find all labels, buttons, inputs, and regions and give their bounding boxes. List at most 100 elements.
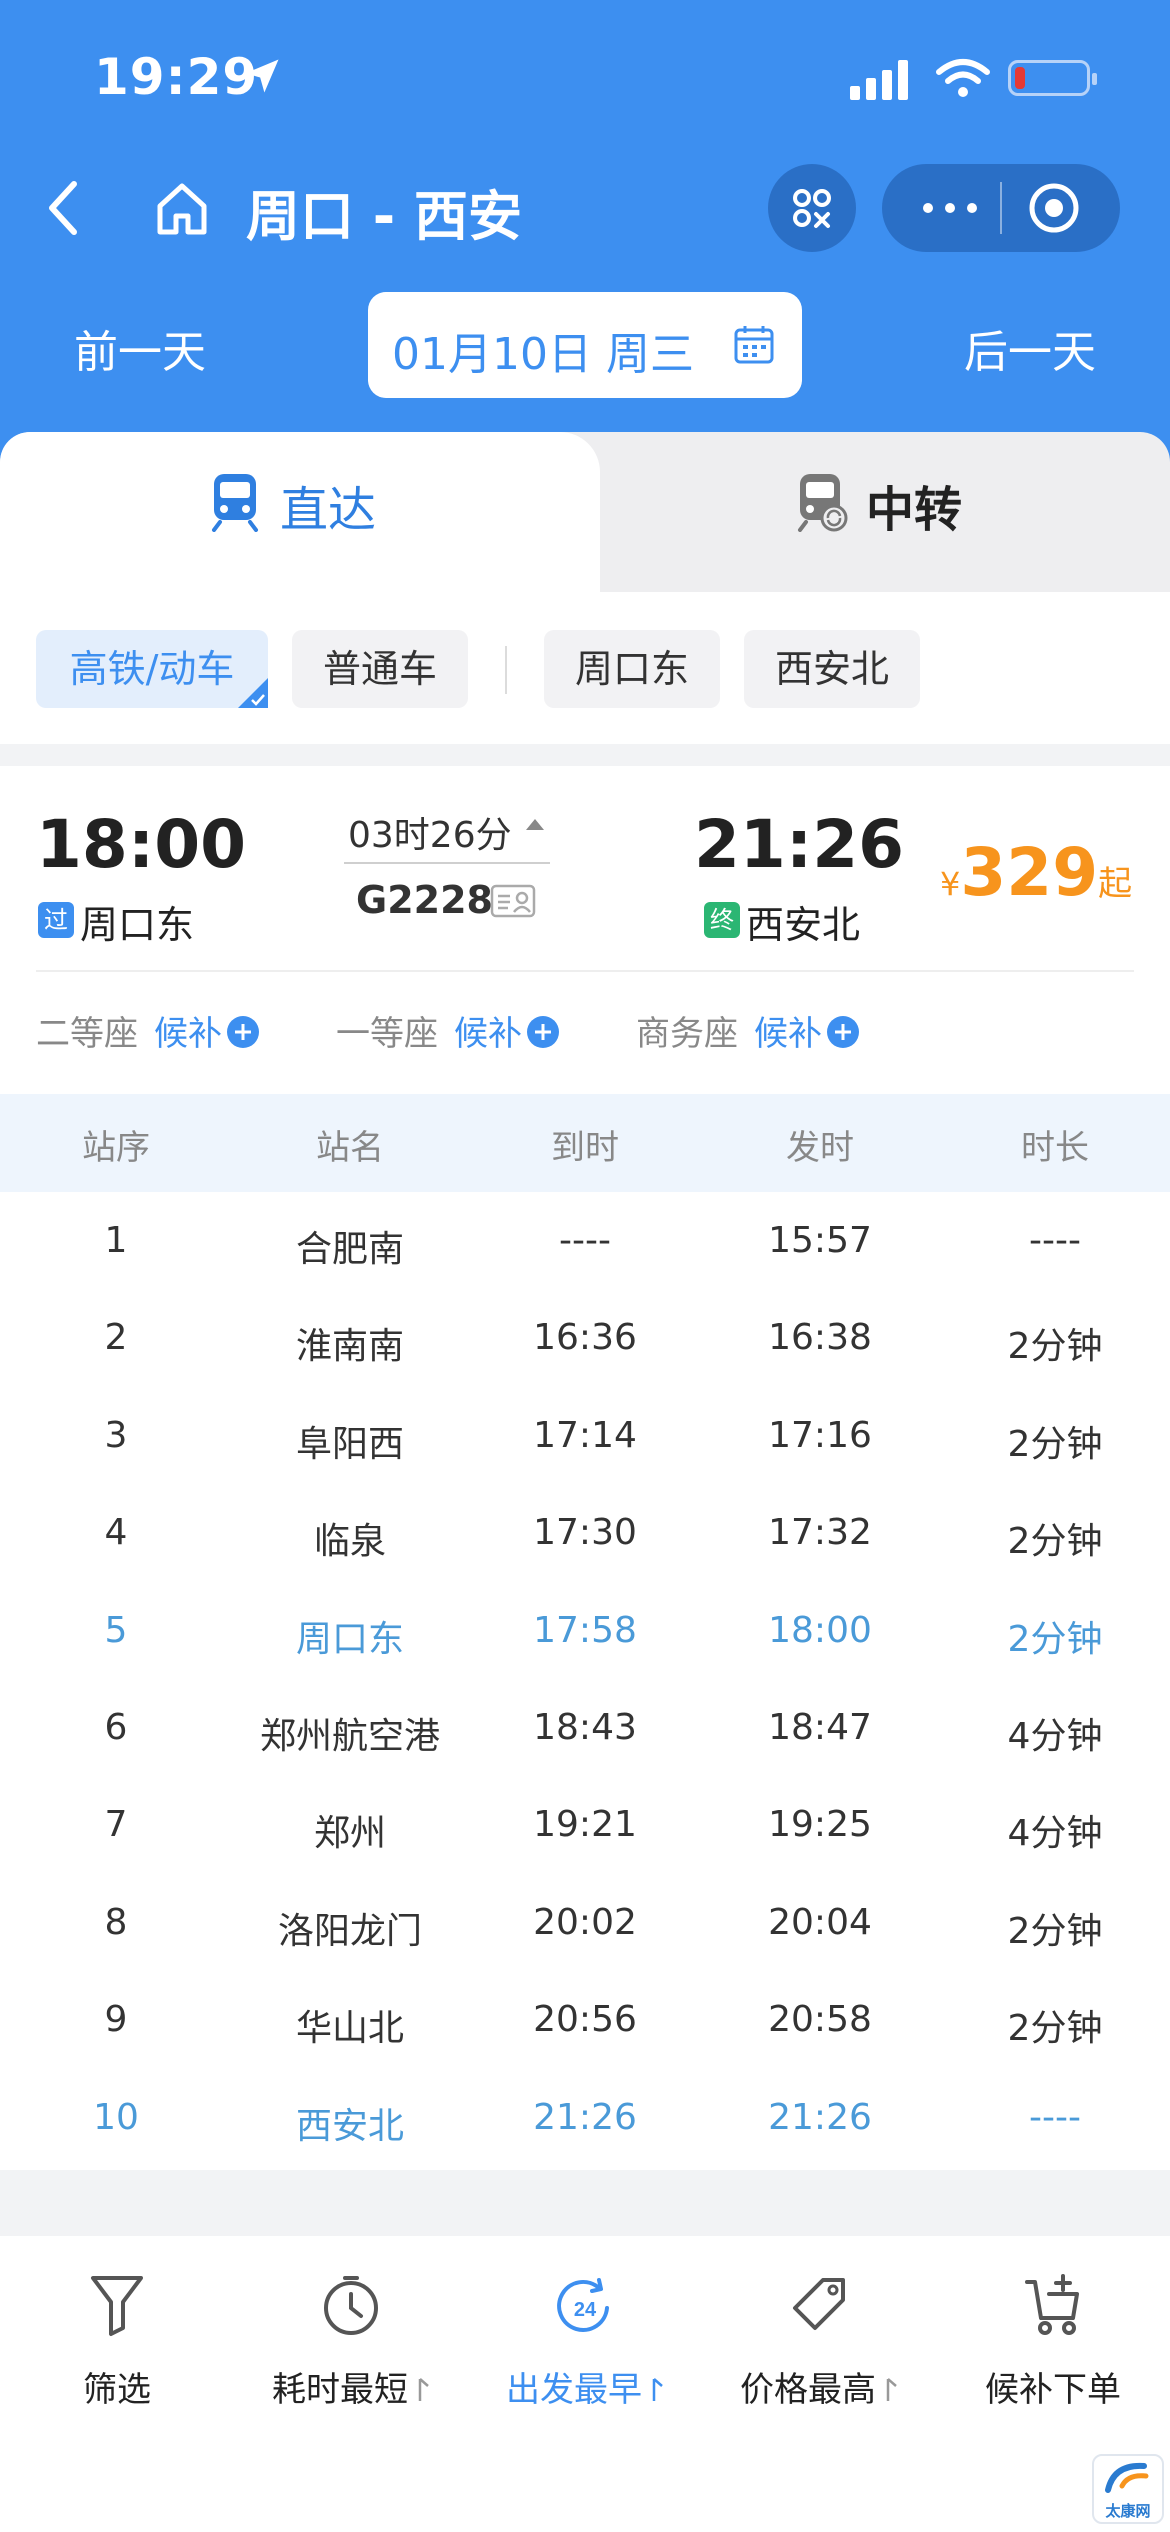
train-card: 18:00 过 周口东 03时26分 G2228 21:26 终 西安北 ¥32… [0, 766, 1170, 2170]
table-row: 6 郑州航空港 18:43 18:47 4分钟 [0, 1679, 1170, 1777]
cell-stop-duration: 4分钟 [1007, 1716, 1103, 1757]
filter-button[interactable]: 筛选 [0, 2272, 234, 2432]
cell-arrive-time: 17:30 [533, 1512, 637, 1554]
scan-button[interactable] [768, 164, 856, 252]
tab-direct[interactable]: 直达 [0, 432, 600, 592]
cell-arrive-time: 18:43 [533, 1707, 637, 1748]
cell-depart-time: 18:00 [768, 1609, 872, 1651]
sort-price-button[interactable]: 价格最高 [702, 2272, 936, 2432]
chip-high-speed[interactable]: 高铁/动车 [36, 630, 268, 708]
prev-day-button[interactable]: 前一天 [74, 316, 206, 380]
cell-stop-no: 8 [104, 1901, 128, 1943]
seat-business-class[interactable]: 商务座 候补 [636, 1006, 860, 1055]
chip-dep-station[interactable]: 周口东 [544, 630, 720, 708]
departure-time: 18:00 [36, 806, 247, 883]
back-arrow-icon[interactable] [40, 178, 90, 238]
waitlist-order-button[interactable]: 候补下单 [936, 2272, 1170, 2432]
cell-stop-name: 洛阳龙门 [277, 1910, 422, 1952]
tab-direct-label: 直达 [280, 482, 377, 538]
location-arrow-icon [245, 59, 279, 93]
date-picker[interactable]: 01月10日 周三 [368, 292, 802, 398]
departure-station: 周口东 [80, 903, 195, 947]
cell-stop-duration: ---- [1029, 2096, 1081, 2138]
table-row: 1 合肥南 ---- 15:57 ---- [0, 1192, 1170, 1290]
bottom-sort-bar: 筛选 耗时最短 24 出发最早 价格最高 候补下单 [0, 2236, 1170, 2532]
tab-transfer[interactable]: 中转 [600, 432, 1170, 592]
cell-depart-time: 17:16 [768, 1414, 872, 1456]
cell-stop-no: 6 [104, 1707, 128, 1748]
travel-duration: 03时26分 [348, 815, 512, 856]
seat-second-class[interactable]: 二等座 候补 [36, 1006, 260, 1055]
scan-icon [793, 189, 831, 228]
clock-24-icon: 24 [557, 2278, 609, 2332]
cell-arrive-time: 17:58 [533, 1609, 637, 1651]
cell-stop-name: 合肥南 [295, 1229, 404, 1270]
cell-depart-time: 20:58 [768, 1999, 872, 2041]
cell-stop-duration: 2分钟 [1007, 2008, 1103, 2050]
cell-stop-duration: 2分钟 [1007, 1326, 1103, 1368]
cell-depart-time: 19:25 [768, 1804, 872, 1846]
price-currency: ¥ [940, 865, 961, 903]
cell-stop-no: 7 [104, 1804, 128, 1846]
cell-stop-name: 郑州 [313, 1813, 386, 1855]
cell-stop-name: 西安北 [295, 2105, 404, 2147]
route-title: 周口 - 西安 [246, 185, 523, 248]
cell-stop-name: 周口东 [295, 1618, 404, 1660]
cell-depart-time: 15:57 [768, 1220, 872, 1261]
table-row: 4 临泉 17:30 17:32 2分钟 [0, 1484, 1170, 1582]
cell-arrive-time: ---- [559, 1220, 611, 1261]
nav-bar: 周口 - 西安 [0, 160, 1170, 252]
header-depart: 发时 [786, 1128, 854, 1168]
cell-depart-time: 21:26 [768, 2096, 872, 2138]
cell-stop-name: 临泉 [313, 1521, 386, 1563]
table-row: 2 淮南南 16:36 16:38 2分钟 [0, 1289, 1170, 1387]
header-stop-name: 站名 [316, 1128, 384, 1168]
cell-depart-time: 16:38 [768, 1317, 872, 1359]
more-dots-icon[interactable] [920, 196, 980, 220]
table-row: 7 郑州 19:21 19:25 4分钟 [0, 1776, 1170, 1874]
date-bar: 前一天 01月10日 周三 后一天 [0, 292, 1170, 398]
chip-divider [505, 646, 507, 694]
header-stop-no: 站序 [82, 1128, 150, 1168]
next-day-button[interactable]: 后一天 [964, 316, 1096, 380]
arrival-time: 21:26 [694, 806, 905, 883]
sort-earliest-button[interactable]: 24 出发最早 [468, 2272, 702, 2432]
expand-caret-icon[interactable] [524, 816, 546, 832]
price: ¥329起 [940, 834, 1132, 911]
cell-arrive-time: 21:26 [533, 2096, 637, 2138]
close-target-icon[interactable] [1026, 180, 1082, 236]
site-watermark-logo: 太康网 [1092, 2454, 1164, 2524]
home-icon[interactable] [152, 178, 212, 238]
terminal-badge: 终 [704, 902, 740, 938]
svg-text:24: 24 [574, 2299, 597, 2321]
selected-date: 01月10日 周三 [392, 329, 694, 380]
price-tag-icon [793, 2278, 845, 2330]
cell-stop-no: 10 [93, 2096, 139, 2138]
cart-plus-icon [1025, 2274, 1079, 2335]
header-stop-duration: 时长 [1021, 1128, 1089, 1168]
cell-stop-duration: 2分钟 [1007, 1423, 1103, 1465]
duration-line [344, 862, 550, 864]
sort-shortest-button[interactable]: 耗时最短 [234, 2272, 468, 2432]
plus-circle-icon [527, 1016, 559, 1048]
plus-circle-icon [227, 1016, 259, 1048]
cell-arrive-time: 20:02 [533, 1901, 637, 1943]
battery-icon [1008, 60, 1097, 96]
filter-icon [91, 2276, 143, 2336]
chip-normal-train[interactable]: 普通车 [292, 630, 468, 708]
seat-first-class[interactable]: 一等座 候补 [336, 1006, 560, 1055]
train-transfer-icon [798, 474, 848, 532]
status-time: 19:29 [94, 48, 259, 106]
cell-depart-time: 18:47 [768, 1707, 872, 1748]
cell-stop-name: 阜阳西 [295, 1423, 404, 1465]
selected-check-icon [238, 678, 268, 708]
cell-stop-duration: 2分钟 [1007, 1618, 1103, 1660]
train-number[interactable]: G2228 [356, 878, 493, 922]
sort-arrow-icon [652, 2378, 663, 2401]
train-icon [212, 474, 258, 532]
chip-arr-station[interactable]: 西安北 [744, 630, 920, 708]
cell-stop-duration: ---- [1029, 1220, 1081, 1261]
tab-transfer-label: 中转 [866, 482, 963, 538]
cell-stop-no: 9 [104, 1999, 128, 2041]
cell-depart-time: 20:04 [768, 1901, 872, 1943]
